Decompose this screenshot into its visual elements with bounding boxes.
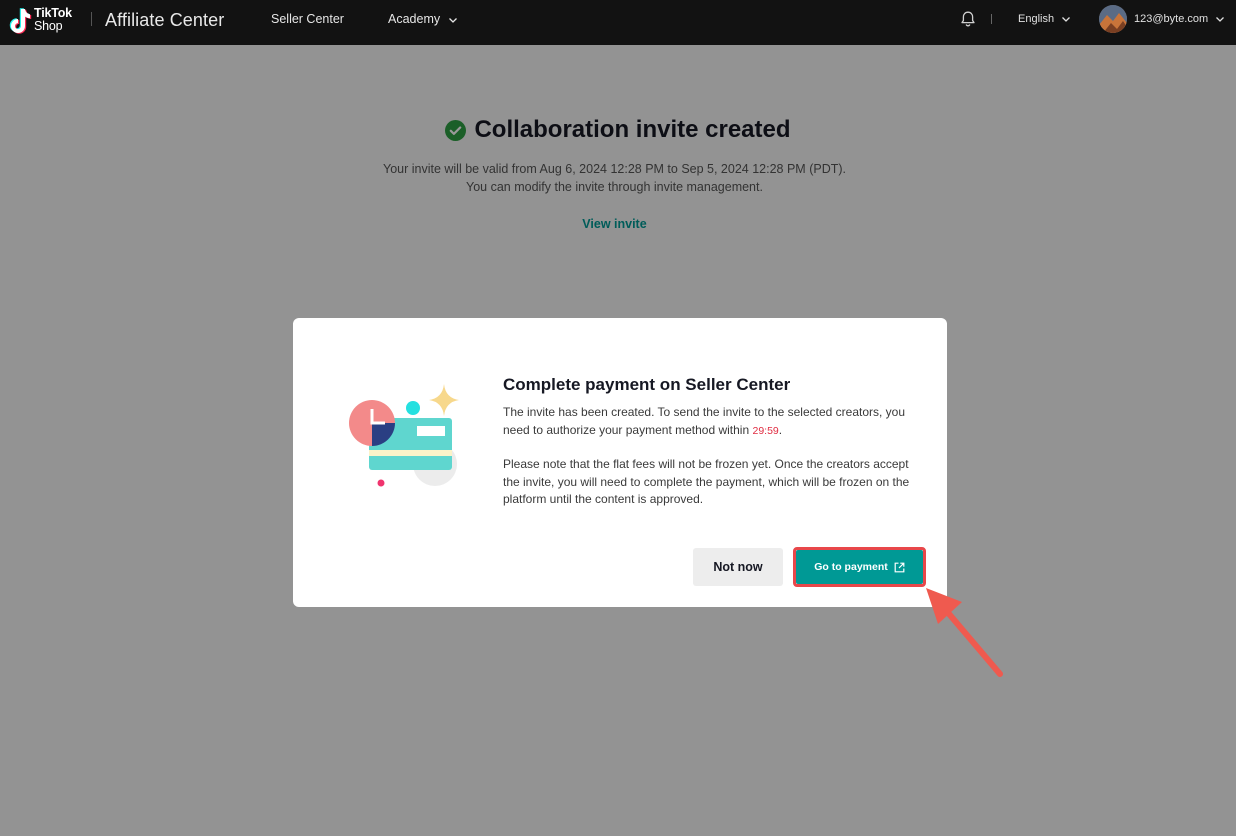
chevron-down-icon [1062, 17, 1071, 23]
account-email: 123@byte.com [1134, 13, 1209, 25]
chevron-down-icon [1216, 17, 1225, 23]
avatar[interactable] [1099, 5, 1127, 33]
logo-line-2: Shop [34, 19, 63, 33]
not-now-button[interactable]: Not now [693, 548, 783, 586]
modal-paragraph-2: Please note that the flat fees will not … [503, 457, 910, 506]
chevron-down-icon [448, 17, 457, 23]
tiktok-shop-logo[interactable]: TikTok Shop [8, 6, 80, 38]
avatar-image [1099, 5, 1127, 33]
logo-wordmark: TikTok Shop [34, 7, 72, 33]
nav-divider [91, 12, 92, 26]
nav-academy-dropdown[interactable]: Academy [388, 12, 458, 26]
annotation-arrow [926, 588, 1003, 677]
language-selector[interactable]: English [1018, 13, 1071, 25]
modal-paragraph-1: The invite has been created. To send the… [503, 404, 913, 440]
nav-separator [991, 14, 992, 24]
modal-title: Complete payment on Seller Center [503, 375, 791, 394]
external-link-icon [894, 562, 905, 572]
go-to-payment-label: Go to payment [814, 561, 888, 573]
logo-line-1: TikTok [34, 6, 72, 20]
nav-academy-label: Academy [388, 12, 441, 26]
tiktok-logo-icon [9, 8, 32, 34]
top-navigation-bar: TikTok Shop Affiliate Center Seller Cent… [0, 0, 1236, 45]
language-label: English [1018, 13, 1055, 25]
modal-paragraph-1-text: The invite has been created. To send the… [503, 405, 906, 437]
payment-modal: Complete payment on Seller Center The in… [293, 318, 947, 607]
app-title[interactable]: Affiliate Center [105, 10, 224, 31]
account-menu[interactable]: 123@byte.com [1134, 13, 1225, 25]
payment-card-illustration [349, 384, 459, 487]
nav-seller-center[interactable]: Seller Center [271, 12, 344, 26]
modal-paragraph-1-end: . [778, 422, 783, 437]
go-to-payment-button[interactable]: Go to payment [796, 550, 923, 584]
countdown-timer: 29:59 [752, 424, 779, 437]
bell-icon[interactable] [959, 10, 977, 28]
